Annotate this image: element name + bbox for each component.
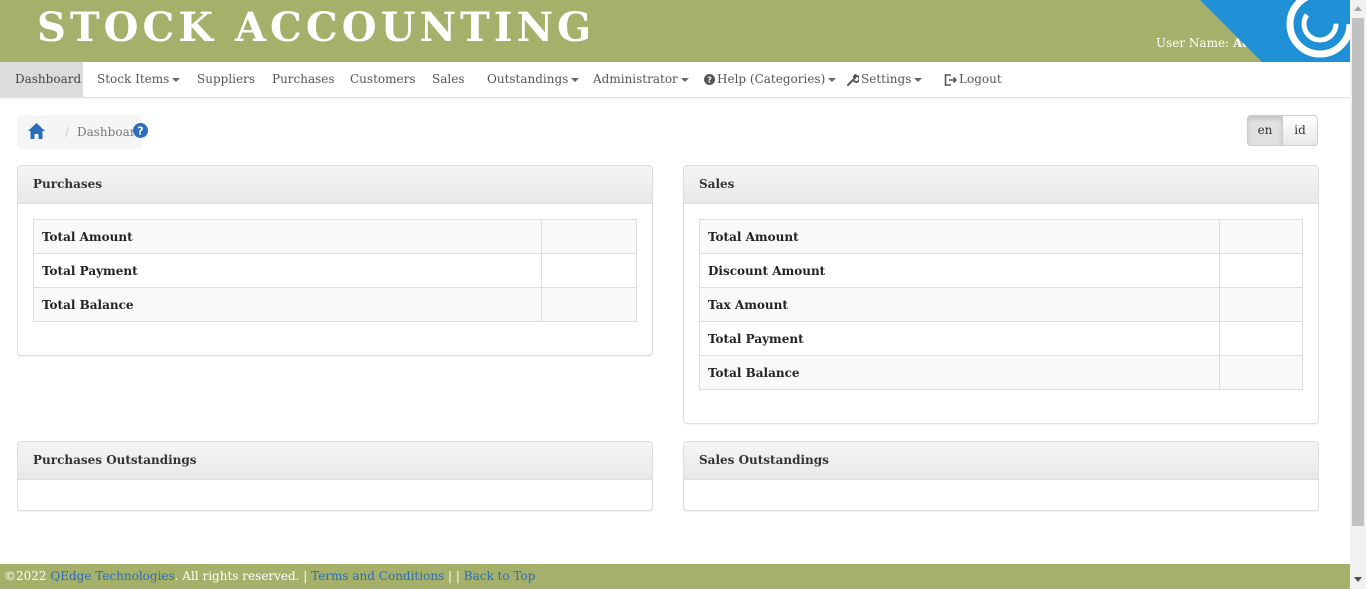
nav-help-label: Help (Categories) [717,72,826,86]
purchases-panel: Purchases Total Amount Total Payment Tot… [17,165,653,356]
table-row: Discount Amount [699,253,1303,288]
breadcrumb: / Dashboard ? [17,115,148,149]
scroll-up-arrow-icon[interactable] [1354,6,1362,11]
table-row: Total Amount [699,219,1303,254]
breadcrumb-separator: / [65,125,70,139]
page-footer: ©2022 QEdge Technologies. All rights res… [0,564,1350,589]
sales-outstandings-panel: Sales Outstandings [683,441,1319,511]
table-cell-label: Total Payment [699,321,1220,356]
table-cell-value [1219,253,1303,288]
app-brand[interactable]: STOCK ACCOUNTING [37,4,595,51]
purchases-panel-title: Purchases [18,166,652,204]
caret-down-icon [172,77,181,82]
app-header: STOCK ACCOUNTING User Name: Admi [0,0,1350,62]
question-circle-icon: ? [704,74,715,85]
table-cell-label: Tax Amount [699,287,1220,322]
footer-separator: | | [448,569,460,583]
table-cell-label: Total Balance [33,287,542,322]
home-icon[interactable] [27,122,46,140]
sales-table: Total Amount Discount Amount Tax Amount … [699,219,1303,390]
table-cell-value [1219,219,1303,254]
nav-settings-label: Settings [861,72,912,86]
svg-text:?: ? [707,75,712,85]
table-row: Total Balance [33,287,637,322]
table-cell-label: Total Payment [33,253,542,288]
nav-stock-items[interactable]: Stock Items [97,62,181,97]
table-cell-label: Total Amount [33,219,542,254]
footer-back-to-top-link[interactable]: Back to Top [464,569,536,583]
table-cell-value [541,219,637,254]
question-circle-icon[interactable]: ? [133,123,148,138]
table-cell-value [541,253,637,288]
table-cell-value [1219,355,1303,390]
table-row: Total Payment [699,321,1303,356]
table-cell-value [1219,321,1303,356]
wrench-icon [847,73,859,86]
footer-rights: . All rights reserved. | [174,569,308,583]
table-row: Total Payment [33,253,637,288]
table-cell-value [1219,287,1303,322]
nav-outstandings-label: Outstandings [487,72,569,86]
nav-outstandings[interactable]: Outstandings [487,62,580,97]
table-cell-label: Discount Amount [699,253,1220,288]
nav-logout[interactable]: Logout [944,62,1002,97]
nav-dashboard[interactable]: Dashboard [0,62,83,97]
logout-icon [944,73,957,86]
page-scrollbar[interactable] [1350,0,1366,589]
nav-suppliers[interactable]: Suppliers [197,62,255,97]
sales-panel-title: Sales [684,166,1318,204]
scroll-down-arrow-icon[interactable] [1354,577,1362,582]
nav-purchases[interactable]: Purchases [272,62,335,97]
scrollbar-thumb[interactable] [1352,18,1364,526]
table-row: Total Amount [33,219,637,254]
nav-help[interactable]: ? Help (Categories) [704,62,837,97]
nav-stock-items-label: Stock Items [97,72,170,86]
nav-administrator[interactable]: Administrator [593,62,689,97]
caret-down-icon [680,77,689,82]
footer-copyright: ©2022 [4,569,47,583]
caret-down-icon [828,77,837,82]
table-cell-label: Total Amount [699,219,1220,254]
table-cell-label: Total Balance [699,355,1220,390]
sales-outstandings-title: Sales Outstandings [684,442,1318,480]
nav-sales[interactable]: Sales [432,62,464,97]
purchases-table: Total Amount Total Payment Total Balance [33,219,637,322]
main-navbar: Dashboard Stock Items Suppliers Purchase… [0,62,1350,98]
footer-company-link[interactable]: QEdge Technologies [50,569,174,583]
language-toggle: en id [1247,115,1319,146]
lang-id-button[interactable]: id [1282,115,1318,146]
purchases-outstandings-panel: Purchases Outstandings [17,441,653,511]
sales-panel: Sales Total Amount Discount Amount Tax A… [683,165,1319,424]
caret-down-icon [914,77,923,82]
table-row: Total Balance [699,355,1303,390]
corner-ribbon-icon[interactable] [1200,0,1350,62]
table-row: Tax Amount [699,287,1303,322]
caret-down-icon [571,77,580,82]
footer-terms-link[interactable]: Terms and Conditions [311,569,444,583]
svg-text:?: ? [137,125,143,138]
nav-customers[interactable]: Customers [350,62,416,97]
nav-administrator-label: Administrator [593,72,678,86]
nav-logout-label: Logout [959,72,1002,86]
nav-settings[interactable]: Settings [847,62,923,97]
table-cell-value [541,287,637,322]
lang-en-button[interactable]: en [1247,115,1283,146]
purchases-outstandings-title: Purchases Outstandings [18,442,652,480]
